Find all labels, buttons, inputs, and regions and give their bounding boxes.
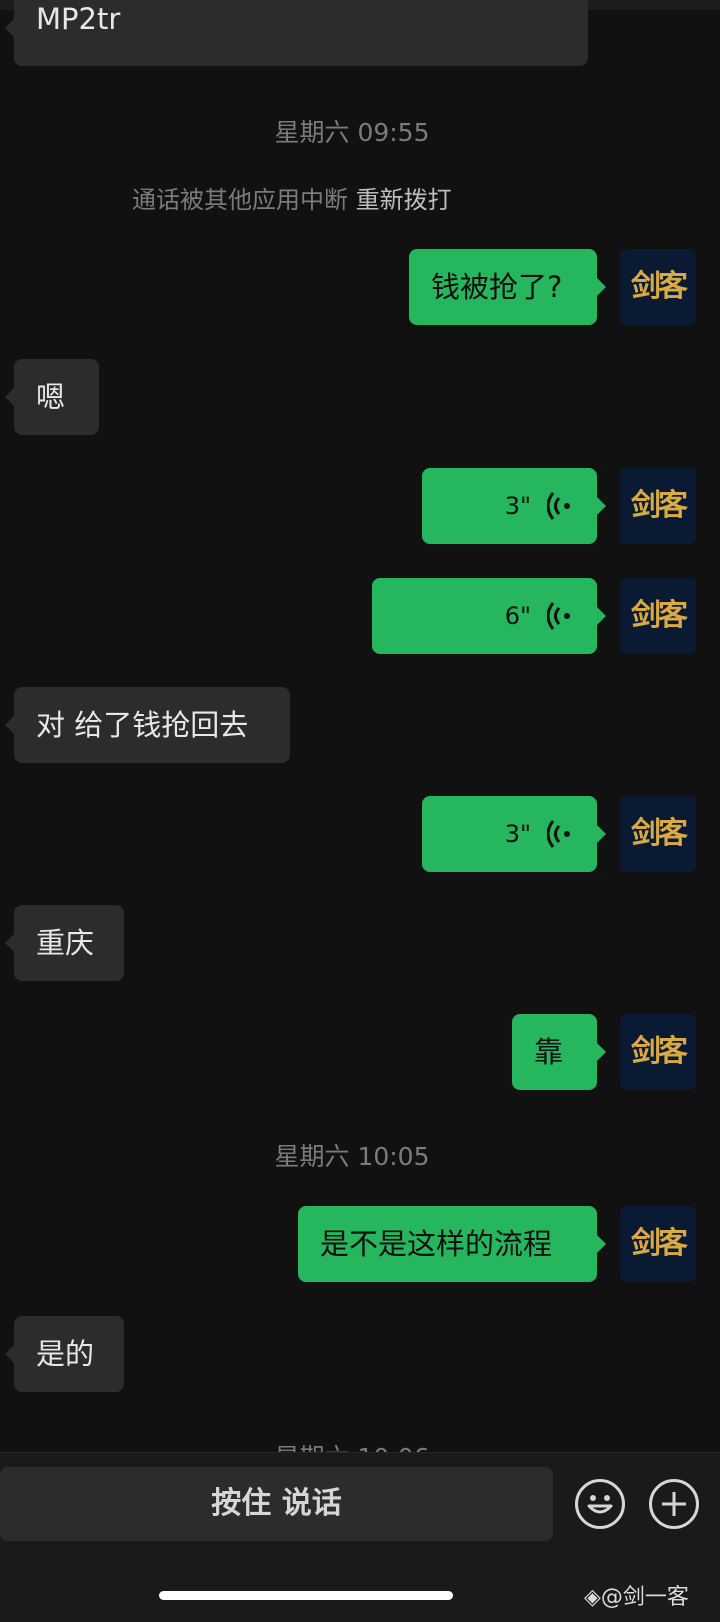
avatar-label: 剑客 — [631, 1226, 688, 1261]
voice-duration: 3" — [504, 820, 531, 848]
message-text: 对 给了钱抢回去 — [36, 708, 249, 742]
timestamp: 星期六 09:55 — [274, 118, 430, 147]
avatar-label: 剑客 — [631, 816, 688, 851]
timestamp: 星期六 10:05 — [274, 1142, 430, 1171]
message-text: 是不是这样的流程 — [320, 1227, 553, 1261]
call-interrupted-text: 通话被其他应用中断 — [132, 186, 348, 214]
message-text: 重庆 — [36, 926, 95, 960]
message-bubble-outgoing[interactable]: 是不是这样的流程 — [298, 1206, 606, 1282]
hold-to-talk-button[interactable]: 按住 说话 — [0, 1467, 553, 1541]
message-bubble-incoming[interactable]: 重庆 — [5, 905, 124, 981]
voice-wave-icon — [547, 820, 570, 848]
message-text: 嗯 — [36, 380, 66, 414]
voice-duration: 3" — [504, 492, 531, 520]
voice-duration: 6" — [504, 602, 531, 630]
message-text: 靠 — [534, 1035, 564, 1069]
emoji-icon[interactable] — [575, 1479, 625, 1529]
avatar[interactable]: 剑客 — [620, 249, 696, 325]
message-bubble-incoming[interactable]: MP2tr — [5, 0, 588, 66]
message-bubble-outgoing[interactable]: 靠 — [512, 1014, 606, 1090]
avatar[interactable]: 剑客 — [620, 1014, 696, 1090]
message-text: 是的 — [36, 1337, 95, 1371]
voice-message-outgoing[interactable]: 3" — [422, 796, 606, 872]
voice-wave-icon — [547, 492, 570, 520]
avatar-label: 剑客 — [631, 598, 688, 633]
avatar[interactable]: 剑客 — [620, 578, 696, 654]
voice-message-outgoing[interactable]: 6" — [372, 578, 606, 654]
message-bubble-incoming[interactable]: 是的 — [5, 1316, 124, 1392]
avatar[interactable]: 剑客 — [620, 468, 696, 544]
watermark: ◈@剑一客 — [584, 1585, 689, 1610]
system-notice: 通话被其他应用中断 重新拨打 — [132, 180, 452, 215]
message-bubble-incoming[interactable]: 嗯 — [5, 359, 99, 435]
voice-wave-icon — [547, 602, 570, 630]
avatar-label: 剑客 — [631, 269, 688, 304]
avatar-label: 剑客 — [631, 1034, 688, 1069]
home-indicator[interactable] — [159, 1591, 453, 1600]
message-bubble-incoming[interactable]: 对 给了钱抢回去 — [5, 687, 290, 763]
avatar[interactable]: 剑客 — [620, 1206, 696, 1282]
voice-message-outgoing[interactable]: 3" — [422, 468, 606, 544]
message-text: 钱被抢了? — [431, 270, 563, 304]
avatar[interactable]: 剑客 — [620, 796, 696, 872]
avatar-label: 剑客 — [631, 488, 688, 523]
redial-link[interactable]: 重新拨打 — [356, 186, 452, 214]
plus-icon[interactable] — [649, 1479, 699, 1529]
message-text: MP2tr — [36, 2, 121, 36]
message-bubble-outgoing[interactable]: 钱被抢了? — [409, 249, 606, 325]
